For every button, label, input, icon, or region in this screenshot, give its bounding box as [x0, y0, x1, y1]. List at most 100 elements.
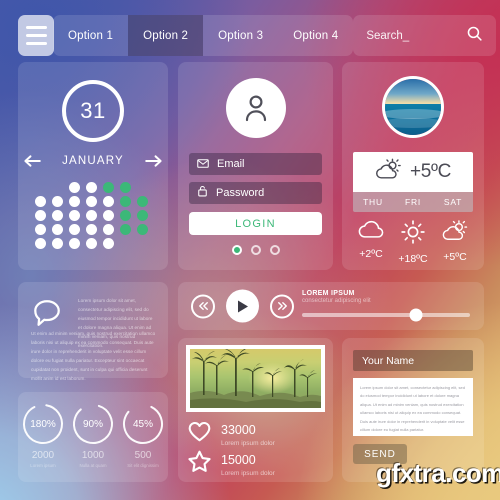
arrow-right-icon[interactable] — [144, 154, 164, 168]
calendar-day-grid[interactable] — [35, 182, 151, 249]
slider-knob[interactable] — [409, 308, 423, 322]
password-field[interactable]: Password — [189, 182, 322, 204]
email-field[interactable]: Email — [189, 153, 322, 175]
calendar-day-dot[interactable] — [103, 224, 114, 235]
calendar-day-dot[interactable] — [103, 196, 114, 207]
email-label: Email — [217, 158, 245, 170]
calendar-day-dot[interactable] — [52, 238, 63, 249]
hamburger-icon-line — [25, 42, 47, 45]
cloud-icon — [357, 220, 385, 244]
calendar-day-dot[interactable] — [137, 210, 148, 221]
calendar-day-dot[interactable] — [69, 196, 80, 207]
weather-widget: +5ºC THU FRI SAT +2ºC +18ºC +5ºC — [342, 62, 484, 270]
calendar-day-dot[interactable] — [103, 182, 114, 193]
calendar-day-dot[interactable] — [35, 210, 46, 221]
calendar-day-dot[interactable] — [120, 224, 131, 235]
tab-label: Option 4 — [293, 29, 339, 42]
photo-frame — [186, 345, 325, 412]
calendar-day-dot[interactable] — [137, 224, 148, 235]
media-player-widget: LOREM IPSUM consectetur adipiscing elit — [178, 282, 484, 330]
stat-value-3: 500 — [134, 450, 152, 461]
hamburger-icon-line — [25, 34, 47, 37]
weather-day-thu[interactable]: THU — [353, 192, 393, 212]
progress-rings: 180% 90% 45% — [18, 402, 168, 446]
media-progress-slider[interactable] — [302, 308, 470, 322]
login-pagination — [178, 245, 333, 255]
search-input[interactable]: Search_ — [353, 15, 497, 56]
calendar-day-dot[interactable] — [120, 196, 131, 207]
social-likes: 33000 Lorem ipsum dolor — [188, 421, 275, 447]
quote-text-bottom: Ut enim ad minim veniam, quis nostrud ex… — [31, 331, 156, 381]
calendar-day-dot[interactable] — [137, 196, 148, 207]
login-button[interactable]: LOGIN — [189, 212, 322, 235]
social-favorites: 15000 Lorem ipsum dolor — [188, 450, 275, 477]
calendar-day-dot[interactable] — [69, 210, 80, 221]
lock-icon — [197, 184, 208, 202]
forecast-item-sat: +5ºC — [434, 220, 476, 265]
calendar-day-dot[interactable] — [52, 196, 63, 207]
calendar-day-dot[interactable] — [69, 182, 80, 193]
calendar-day-dot[interactable] — [52, 210, 63, 221]
hamburger-menu-button[interactable] — [18, 15, 54, 56]
tab-option-2[interactable]: Option 2 — [128, 15, 204, 56]
tab-option-1[interactable]: Option 1 — [53, 15, 128, 56]
calendar-month-label: JANUARY — [62, 155, 124, 167]
weather-current-card: +5ºC THU FRI SAT — [353, 152, 473, 212]
calendar-day-dot[interactable] — [35, 224, 46, 235]
calendar-day: 31 — [80, 98, 106, 123]
star-icon[interactable] — [188, 450, 211, 477]
stat-percent-2: 90% — [82, 418, 103, 430]
message-textarea[interactable]: Lorem ipsum dolor sit amet, consectetur … — [353, 378, 473, 436]
rewind-button[interactable] — [191, 294, 215, 318]
calendar-day-dot[interactable] — [120, 210, 131, 221]
login-button-label: LOGIN — [235, 217, 276, 230]
sun-cloud-icon — [441, 220, 469, 247]
calendar-day-dot[interactable] — [69, 224, 80, 235]
login-widget: Email Password LOGIN — [178, 62, 333, 270]
tab-option-3[interactable]: Option 3 — [203, 15, 278, 56]
pagination-dot-1[interactable] — [231, 245, 242, 255]
calendar-day-dot[interactable] — [52, 224, 63, 235]
calendar-cell-empty — [52, 182, 63, 193]
stat-percent-1: 180% — [30, 418, 56, 430]
pagination-dot-2[interactable] — [250, 245, 261, 255]
photo-widget: 33000 Lorem ipsum dolor 15000 Lorem ipsu… — [178, 338, 333, 482]
calendar-day-dot[interactable] — [69, 238, 80, 249]
heart-icon[interactable] — [188, 421, 211, 447]
header-bar: Option 1 Option 2 Option 3 Option 4 Sear… — [18, 15, 497, 56]
fast-forward-button[interactable] — [270, 294, 294, 318]
likes-caption: Lorem ipsum dolor — [221, 440, 275, 447]
quote-widget: Lorem ipsum dolor sit amet, consectetur … — [18, 282, 168, 381]
calendar-cell-empty — [137, 238, 148, 249]
calendar-day-dot[interactable] — [103, 210, 114, 221]
media-controls — [191, 289, 294, 323]
stat-item-1: 2000 Lorem ipsum — [18, 450, 68, 468]
calendar-day-dot[interactable] — [103, 238, 114, 249]
stat-item-2: 1000 Nulla at quam — [68, 450, 118, 468]
calendar-day-dot[interactable] — [35, 196, 46, 207]
pagination-dot-3[interactable] — [269, 245, 280, 255]
forecast-item-fri: +18ºC — [392, 220, 434, 265]
calendar-day-dot[interactable] — [86, 196, 97, 207]
calendar-day-dot[interactable] — [86, 182, 97, 193]
stat-ring-2: 90% — [68, 402, 118, 446]
tab-option-4[interactable]: Option 4 — [278, 15, 353, 56]
calendar-day-dot[interactable] — [35, 238, 46, 249]
stat-numbers: 2000 Lorem ipsum 1000 Nulla at quam 500 … — [18, 450, 168, 468]
calendar-day-dot[interactable] — [86, 224, 97, 235]
arrow-left-icon[interactable] — [22, 154, 42, 168]
calendar-widget: 31 JANUARY — [18, 62, 168, 270]
search-icon[interactable] — [466, 25, 483, 47]
weather-day-fri[interactable]: FRI — [393, 192, 433, 212]
calendar-day-dot[interactable] — [86, 210, 97, 221]
weather-day-sat[interactable]: SAT — [433, 192, 473, 212]
calendar-day-dot[interactable] — [86, 238, 97, 249]
sun-cloud-icon — [375, 158, 402, 186]
stat-caption-1: Lorem ipsum — [30, 463, 56, 468]
name-input[interactable]: Your Name — [353, 350, 473, 371]
palm-tree-sunset-photo — [190, 349, 321, 408]
play-button[interactable] — [226, 289, 259, 323]
sun-icon — [401, 220, 425, 249]
envelope-icon — [197, 155, 209, 173]
calendar-day-dot[interactable] — [120, 182, 131, 193]
